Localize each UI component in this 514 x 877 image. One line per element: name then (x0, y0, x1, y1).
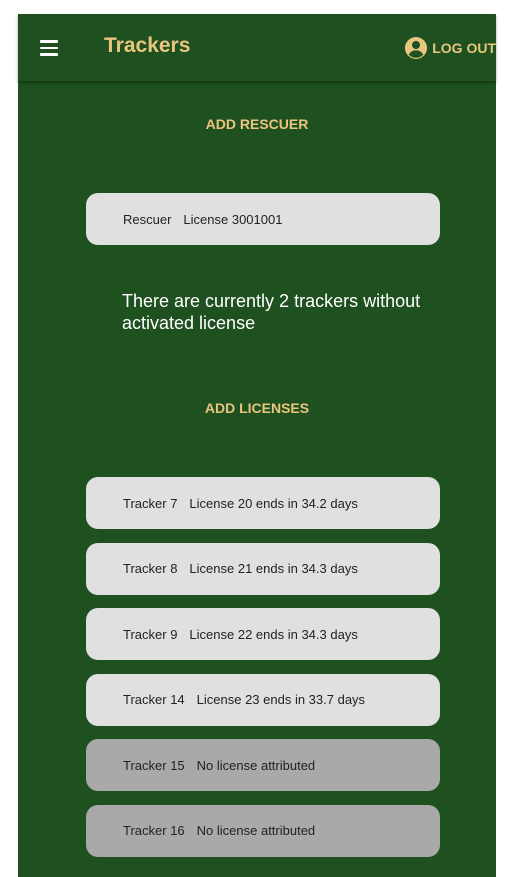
tracker-license-status: No license attributed (196, 757, 316, 773)
app-screen: Trackers LOG OUT ADD RESCUER Rescuer Lic… (18, 14, 496, 877)
rescuer-license: License 3001001 (183, 211, 283, 227)
tracker-name: Tracker 16 (123, 823, 185, 838)
tracker-license-status: License 22 ends in 34.3 days (189, 626, 358, 642)
menu-button[interactable] (36, 36, 64, 60)
tracker-card[interactable]: Tracker 9 License 22 ends in 34.3 days (86, 608, 440, 660)
tracker-card[interactable]: Tracker 14 License 23 ends in 33.7 days (86, 673, 440, 726)
logout-label: LOG OUT (432, 40, 496, 56)
tracker-card[interactable]: Tracker 8 License 21 ends in 34.3 days (86, 542, 440, 595)
inactive-license-notice: There are currently 2 trackers without a… (122, 291, 421, 333)
tracker-card[interactable]: Tracker 7 License 20 ends in 34.2 days (86, 477, 440, 529)
tracker-name: Tracker 7 (123, 495, 178, 511)
tracker-name: Tracker 8 (123, 561, 178, 576)
rescuer-card[interactable]: Rescuer License 3001001 (86, 193, 440, 245)
rescuer-name: Rescuer (123, 211, 172, 227)
tracker-license-status: License 21 ends in 34.3 days (189, 561, 358, 576)
app-bar: Trackers LOG OUT (18, 14, 496, 81)
account-circle-icon (405, 37, 428, 59)
page-title: Trackers (104, 34, 191, 57)
tracker-card[interactable]: Tracker 15 No license attributed (86, 739, 440, 791)
tracker-license-status: License 20 ends in 34.2 days (189, 495, 358, 511)
add-rescuer-button[interactable]: ADD RESCUER (18, 116, 496, 132)
logout-button[interactable]: LOG OUT (404, 35, 496, 61)
tracker-name: Tracker 14 (123, 692, 185, 707)
tracker-name: Tracker 9 (123, 626, 178, 642)
tracker-license-status: License 23 ends in 33.7 days (196, 692, 366, 707)
tracker-license-status: No license attributed (196, 823, 316, 838)
tracker-name: Tracker 15 (123, 757, 185, 773)
tracker-card[interactable]: Tracker 16 No license attributed (86, 804, 440, 857)
add-licenses-button[interactable]: ADD LICENSES (18, 400, 496, 416)
